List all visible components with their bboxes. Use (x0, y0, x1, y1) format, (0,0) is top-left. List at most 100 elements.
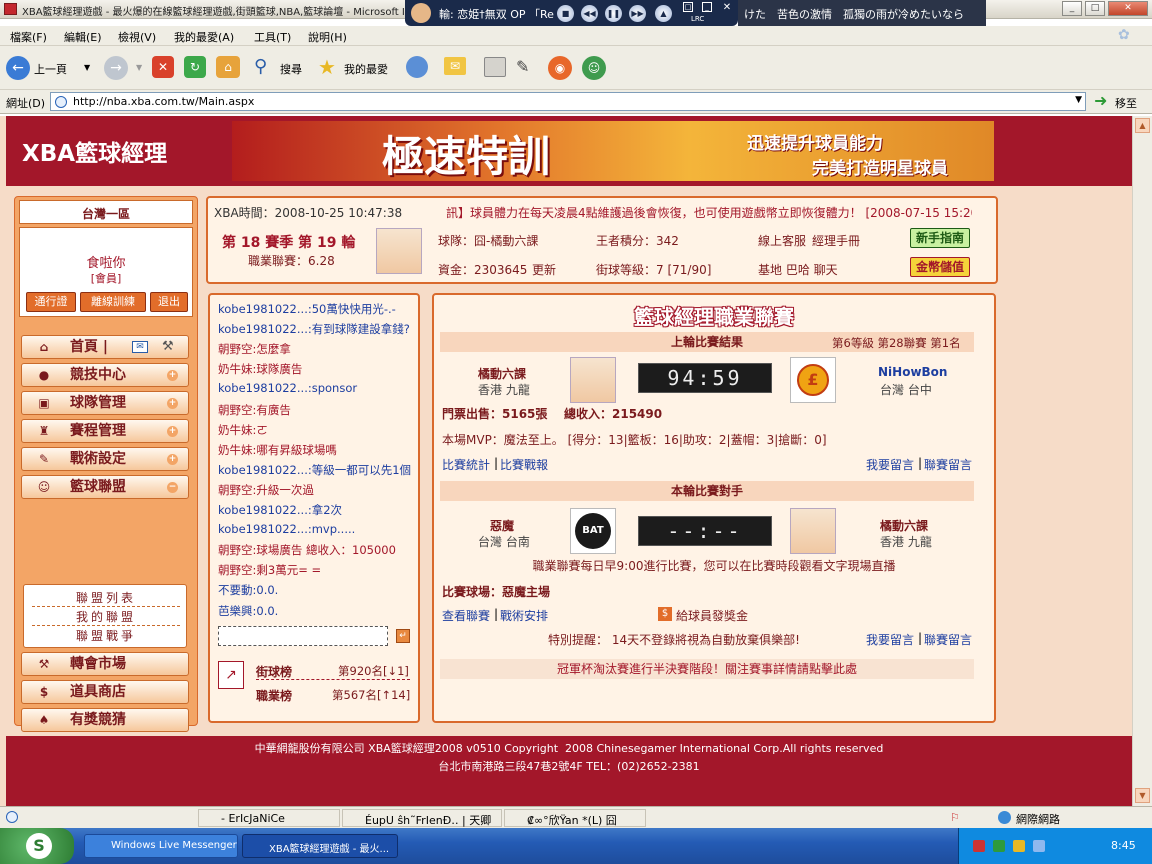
address-input[interactable]: http://nba.xba.com.tw/Main.aspx ▼ (50, 92, 1086, 111)
my-team-avatar[interactable] (790, 508, 836, 554)
prev-track-icon[interactable]: ◀◀ (581, 5, 598, 22)
menu-file[interactable]: 檔案(F) (10, 29, 47, 45)
chat-user[interactable]: kobe1981022... (218, 322, 308, 336)
scroll-down-icon[interactable]: ▼ (1135, 788, 1150, 803)
vertical-scrollbar[interactable]: ▲ ▼ (1132, 116, 1152, 806)
print-icon[interactable] (484, 57, 506, 77)
chat-user[interactable]: 芭樂興 (218, 604, 253, 618)
stop-icon[interactable]: ■ (557, 5, 574, 22)
taskbar-ie-window[interactable]: XBA籃球經理遊戲 - 最火... (242, 834, 398, 858)
start-button[interactable]: S (0, 828, 74, 864)
address-dropdown-icon[interactable]: ▼ (1075, 95, 1082, 105)
search-icon[interactable]: ⚲ (254, 56, 276, 78)
nav-team-management[interactable]: ▣ 球隊管理 + (21, 391, 189, 415)
contact-cell-3[interactable]: ₡∞°欣Ÿan *(L) 囧 (504, 809, 646, 827)
leave-message-link[interactable]: 我要留言 (866, 456, 914, 473)
online-support-link[interactable]: 線上客服 (758, 232, 806, 249)
forward-arrow-icon[interactable]: → (104, 56, 128, 80)
pause-icon[interactable]: ❚❚ (605, 5, 622, 22)
tray-volume-icon[interactable] (1033, 840, 1045, 852)
gold-topup-button[interactable]: 金幣儲值 (910, 257, 970, 277)
edit-icon[interactable]: ✎ (516, 56, 538, 78)
maximize-button[interactable]: □ (1085, 1, 1105, 16)
nav-prize-guess[interactable]: ♠ 有獎競猜 (21, 708, 189, 732)
tactics-link[interactable]: 戰術安排 (500, 607, 548, 624)
favorites-button-label[interactable]: 我的最愛 (344, 61, 388, 77)
nav-competition[interactable]: ● 競技中心 + (21, 363, 189, 387)
cup-notice-bar[interactable]: 冠軍杯淘汰賽進行半決賽階段！關注賽事詳情請點擊此處 (440, 659, 974, 679)
chat-input[interactable] (218, 626, 388, 646)
team-name[interactable]: 球隊：囧-橘動六課 (438, 232, 538, 249)
discuss-icon[interactable]: ◉ (548, 56, 572, 80)
refresh-funds-link[interactable]: 更新 (532, 261, 556, 278)
subnav-league-war[interactable]: 聯盟戰爭 (32, 627, 180, 644)
tray-network-icon[interactable] (993, 840, 1005, 852)
nav-transfer-market[interactable]: ⚒ 轉會市場 (21, 652, 189, 676)
back-arrow-icon[interactable]: ← (6, 56, 30, 80)
back-button-label[interactable]: 上一頁 (34, 61, 67, 77)
manager-manual-link[interactable]: 經理手冊 (812, 232, 860, 249)
community-links[interactable]: 基地 巴哈 聊天 (758, 261, 838, 278)
taskbar-messenger[interactable]: Windows Live Messenger (84, 834, 238, 858)
taskbar-clock[interactable]: 8:45 (1111, 839, 1136, 852)
go-arrow-icon[interactable]: ➜ (1094, 93, 1107, 109)
logout-button[interactable]: 退出 (150, 292, 188, 312)
next-track-icon[interactable]: ▶▶ (629, 5, 646, 22)
chat-user[interactable]: 奶牛妹 (218, 443, 253, 457)
nav-tactics[interactable]: ✎ 戰術設定 + (21, 447, 189, 471)
match-report-link[interactable]: 比賽戰報 (500, 456, 548, 473)
chat-user[interactable]: kobe1981022... (218, 522, 308, 536)
away-team-name[interactable]: NiHowBon (878, 365, 947, 379)
team-avatar[interactable] (376, 228, 422, 274)
nav-schedule[interactable]: ♜ 賽程管理 + (21, 419, 189, 443)
expand-icon[interactable]: + (167, 370, 178, 381)
address-url[interactable]: http://nba.xba.com.tw/Main.aspx (73, 95, 254, 108)
contact-cell-2[interactable]: ÉupU ŝh˜FrIenÐ‥ | 天卿 (342, 809, 502, 827)
site-logo[interactable]: XBA籃球經理 (22, 134, 167, 168)
menu-favorites[interactable]: 我的最愛(A) (174, 29, 234, 45)
cup-notice[interactable]: 冠軍杯淘汰賽進行半決賽階段！關注賽事詳情請點擊此處 (557, 662, 857, 676)
expand-icon[interactable]: + (167, 426, 178, 437)
away-team-logo[interactable]: £ (790, 357, 836, 403)
media-minimize-icon[interactable]: _ (702, 2, 712, 12)
chat-user[interactable]: 朝野空 (218, 563, 253, 577)
chat-user[interactable]: 奶牛妹 (218, 362, 253, 376)
chat-user[interactable]: kobe1981022... (218, 381, 308, 395)
my-team-name[interactable]: 橘動六課 (880, 517, 928, 534)
mail-icon[interactable]: ✉ (444, 57, 466, 75)
menu-tools[interactable]: 工具(T) (254, 29, 291, 45)
chat-user[interactable]: 朝野空 (218, 403, 253, 417)
view-league-link[interactable]: 查看聯賽 (442, 607, 490, 624)
messenger-icon[interactable]: ☺ (582, 56, 606, 80)
go-button-label[interactable]: 移至 (1115, 95, 1137, 111)
mail-icon[interactable]: ✉ (132, 341, 148, 353)
chat-user[interactable]: kobe1981022... (218, 503, 308, 517)
menu-edit[interactable]: 編輯(E) (64, 29, 102, 45)
home-team-avatar[interactable] (570, 357, 616, 403)
nav-league[interactable]: ☺ 籃球聯盟 − (21, 475, 189, 499)
chat-user[interactable]: kobe1981022... (218, 302, 308, 316)
eject-icon[interactable]: ▲ (655, 5, 672, 22)
media-mini-icon[interactable]: □ (683, 2, 693, 12)
street-rank-label[interactable]: 街球榜 (256, 663, 292, 680)
offline-training-button[interactable]: 離線訓練 (80, 292, 146, 312)
minimize-button[interactable]: _ (1062, 1, 1082, 16)
tray-antivirus-icon[interactable] (973, 840, 985, 852)
contact-cell-1[interactable]: - ErIcJaNiCe (198, 809, 340, 827)
back-dropdown-icon[interactable]: ▼ (84, 63, 90, 72)
chat-user[interactable]: 朝野空 (218, 483, 253, 497)
chat-user[interactable]: 不要動 (218, 583, 253, 597)
stop-icon[interactable]: ✕ (152, 56, 174, 78)
chat-user[interactable]: 朝野空 (218, 543, 253, 557)
chat-user[interactable]: 朝野空 (218, 342, 253, 356)
match-stats-link[interactable]: 比賽統計 (442, 456, 490, 473)
league-message-link[interactable]: 聯賽留言 (924, 456, 972, 473)
search-button-label[interactable]: 搜尋 (280, 61, 302, 77)
menu-help[interactable]: 說明(H) (308, 29, 347, 45)
collapse-icon[interactable]: − (167, 482, 178, 493)
chat-user[interactable]: 奶牛妹 (218, 423, 253, 437)
league-message-link-2[interactable]: 聯賽留言 (924, 631, 972, 648)
chat-user[interactable]: kobe1981022... (218, 463, 308, 477)
player-bonus-link[interactable]: 給球員發獎金 (676, 607, 748, 624)
newbie-guide-button[interactable]: 新手指南 (910, 228, 970, 248)
